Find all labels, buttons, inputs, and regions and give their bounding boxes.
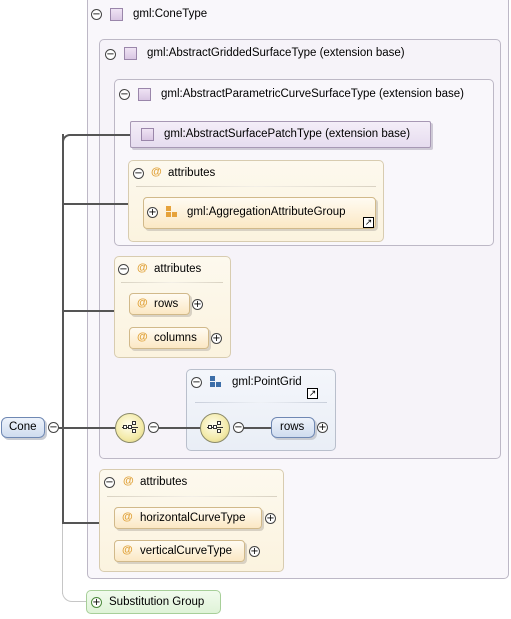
attribute-icon: @ xyxy=(137,262,148,274)
reference-link-icon[interactable]: ↗ xyxy=(307,388,318,399)
abstract-parametric-label: gml:AbstractParametricCurveSurfaceType (… xyxy=(161,88,464,100)
element-group-icon xyxy=(210,376,223,388)
collapse-toggle[interactable]: − xyxy=(133,168,144,179)
attribute-group-icon xyxy=(166,206,179,218)
connector-line xyxy=(62,203,128,205)
abstract-gridded-surface-label: gml:AbstractGriddedSurfaceType (extensio… xyxy=(147,47,405,59)
connector-line xyxy=(159,427,201,429)
expand-toggle[interactable]: + xyxy=(91,597,102,608)
collapse-toggle[interactable]: − xyxy=(105,49,116,60)
attribute-icon: @ xyxy=(151,166,162,178)
expand-toggle[interactable]: + xyxy=(147,207,158,218)
connector-line xyxy=(62,584,86,602)
collapse-toggle[interactable]: − xyxy=(119,89,130,100)
connector-line xyxy=(243,427,273,429)
expand-toggle[interactable]: + xyxy=(192,299,203,310)
attribute-icon: @ xyxy=(123,475,134,487)
collapse-toggle[interactable]: − xyxy=(191,377,202,388)
aggregation-attribute-group-label: gml:AggregationAttributeGroup xyxy=(187,206,346,218)
cone-label: Cone xyxy=(9,421,37,433)
complex-type-icon xyxy=(110,8,123,21)
complex-type-icon xyxy=(124,47,137,60)
expand-toggle[interactable]: + xyxy=(249,546,260,557)
attributes-label: attributes xyxy=(168,167,216,179)
separator xyxy=(195,402,327,403)
separator xyxy=(121,282,223,283)
connector-line xyxy=(70,134,130,136)
substitution-group-label: Substitution Group xyxy=(109,596,205,608)
connector-line xyxy=(62,134,64,524)
attribute-icon: @ xyxy=(137,297,148,309)
collapse-toggle[interactable]: − xyxy=(118,264,129,275)
complex-type-icon xyxy=(138,88,151,101)
sequence-compositor-glyph xyxy=(207,421,223,435)
connector-line xyxy=(62,522,99,524)
collapse-toggle[interactable]: − xyxy=(91,9,102,20)
sequence-compositor-glyph xyxy=(122,421,138,435)
attributes-label: attributes xyxy=(154,263,202,275)
vertical-curve-type-label: verticalCurveType xyxy=(140,545,233,557)
attribute-icon: @ xyxy=(137,331,148,343)
attribute-icon: @ xyxy=(122,511,133,523)
separator xyxy=(107,496,277,497)
expand-toggle[interactable]: + xyxy=(265,513,276,524)
expand-toggle[interactable]: + xyxy=(317,422,328,433)
columns-attribute-label: columns xyxy=(154,332,197,344)
separator xyxy=(136,186,376,187)
horizontal-curve-type-label: horizontalCurveType xyxy=(140,512,246,524)
abstract-surface-patch-label: gml:AbstractSurfacePatchType (extension … xyxy=(164,128,411,140)
cone-type-label: gml:ConeType xyxy=(133,8,208,20)
collapse-toggle[interactable]: − xyxy=(104,477,115,488)
attribute-icon: @ xyxy=(122,544,133,556)
connector-line xyxy=(59,427,115,429)
point-grid-label: gml:PointGrid xyxy=(232,376,302,388)
connector-line xyxy=(62,310,114,312)
collapse-toggle[interactable]: − xyxy=(233,422,244,433)
expand-toggle[interactable]: + xyxy=(211,333,222,344)
attributes-label: attributes xyxy=(140,476,188,488)
collapse-toggle[interactable]: − xyxy=(148,422,159,433)
rows-attribute-label: rows xyxy=(154,298,179,310)
reference-link-icon[interactable]: ↗ xyxy=(363,217,374,228)
complex-type-icon xyxy=(141,128,154,141)
rows-element-label: rows xyxy=(280,421,305,433)
collapse-toggle[interactable]: − xyxy=(48,422,59,433)
